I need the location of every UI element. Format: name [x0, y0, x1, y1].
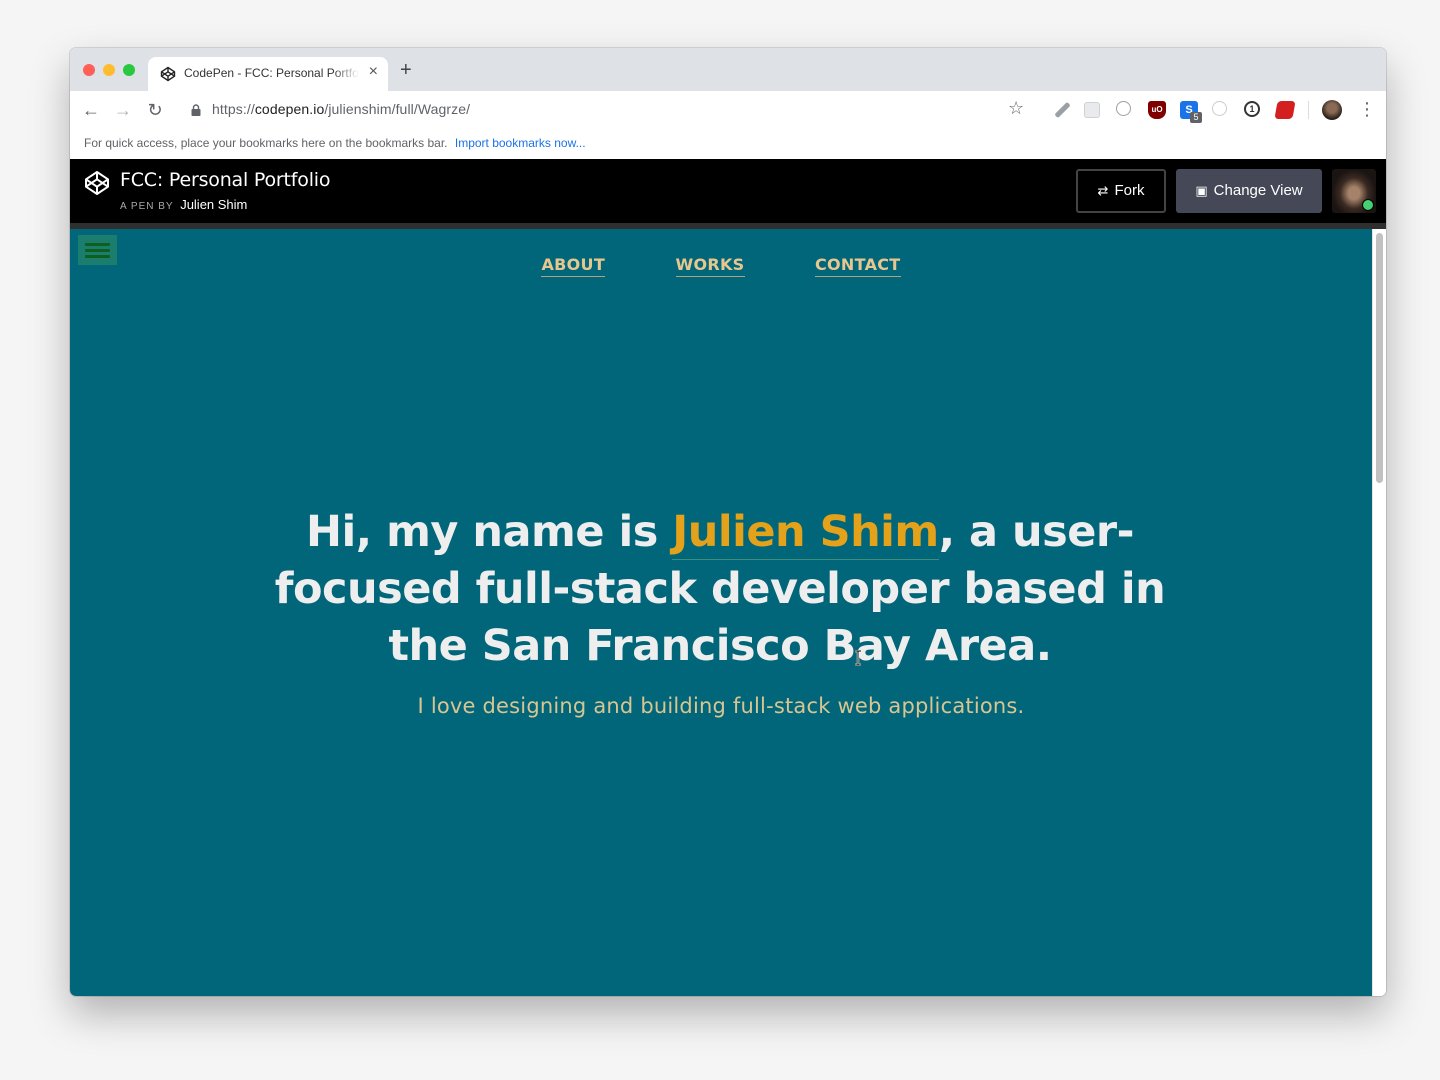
- new-tab-button[interactable]: +: [400, 60, 412, 80]
- browser-toolbar: ← → ↻ https://codepen.io/julienshim/full…: [70, 91, 1386, 129]
- page-scrollbar[interactable]: [1372, 229, 1386, 996]
- hero-intro: Hi, my name is: [306, 507, 673, 557]
- address-bar[interactable]: https://codepen.io/julienshim/full/Wagrz…: [212, 101, 470, 117]
- hero-name-link[interactable]: Julien Shim: [672, 507, 939, 560]
- import-bookmarks-link[interactable]: Import bookmarks now...: [455, 136, 586, 150]
- codepen-header: FCC: Personal Portfolio A PEN BY Julien …: [70, 159, 1386, 223]
- url-scheme: https://: [212, 101, 255, 117]
- pen-by-label: A PEN BY: [120, 201, 174, 212]
- tab-strip: CodePen - FCC: Personal Portfolio × +: [70, 48, 1386, 91]
- tab-title: CodePen - FCC: Personal Portfolio: [184, 66, 359, 80]
- nav-link-works[interactable]: WORKS: [675, 255, 745, 277]
- url-path: /julienshim/full/Wagrze/: [324, 101, 471, 117]
- hamburger-line-icon: [85, 249, 110, 252]
- user-avatar[interactable]: [1332, 169, 1376, 213]
- maximize-window-button[interactable]: [123, 64, 135, 76]
- hamburger-line-icon: [85, 243, 110, 246]
- fork-label: Fork: [1114, 182, 1145, 199]
- reload-icon[interactable]: ↻: [144, 99, 166, 121]
- profile-avatar[interactable]: [1322, 100, 1342, 120]
- hero-heading: Hi, my name is Julien Shim, a user-focus…: [250, 504, 1190, 675]
- red-extension-icon[interactable]: [1274, 101, 1296, 119]
- site-nav: ABOUT WORKS CONTACT: [70, 255, 1372, 277]
- online-status-dot: [1362, 199, 1374, 211]
- bookmarks-hint-text: For quick access, place your bookmarks h…: [84, 136, 448, 150]
- pen-author-link[interactable]: Julien Shim: [180, 197, 247, 212]
- eyedropper-extension-icon[interactable]: [1054, 101, 1071, 119]
- nav-link-about[interactable]: ABOUT: [541, 255, 606, 277]
- bookmarks-bar: For quick access, place your bookmarks h…: [70, 129, 1386, 160]
- toolbar-divider: [1308, 101, 1309, 119]
- nav-link-contact[interactable]: CONTACT: [814, 255, 901, 277]
- bookmarks-hint: For quick access, place your bookmarks h…: [84, 136, 586, 150]
- circle-extension-icon[interactable]: [1212, 101, 1227, 116]
- page-viewport: ABOUT WORKS CONTACT Hi, my name is Julie…: [70, 229, 1372, 996]
- close-window-button[interactable]: [83, 64, 95, 76]
- view-icon: ▣: [1195, 183, 1208, 198]
- password-manager-extension-icon[interactable]: 1: [1244, 101, 1260, 117]
- browser-window: CodePen - FCC: Personal Portfolio × + ← …: [70, 48, 1386, 996]
- extension-badge: 5: [1190, 112, 1202, 123]
- fork-button[interactable]: ⇄ Fork: [1076, 169, 1166, 213]
- change-view-button[interactable]: ▣ Change View: [1176, 169, 1322, 213]
- hero-subtitle: I love designing and building full-stack…: [417, 694, 1025, 718]
- lock-icon[interactable]: [190, 104, 202, 116]
- fork-icon: ⇄: [1097, 183, 1109, 198]
- back-arrow-icon[interactable]: ←: [80, 99, 102, 121]
- codepen-favicon-icon: [160, 66, 176, 82]
- bookmark-star-icon[interactable]: ☆: [1008, 98, 1024, 119]
- menu-kebab-icon[interactable]: ⋮: [1358, 99, 1376, 119]
- minimize-window-button[interactable]: [103, 64, 115, 76]
- codepen-logo-icon[interactable]: [84, 170, 110, 196]
- scrollbar-thumb[interactable]: [1376, 233, 1383, 483]
- ublock-extension-icon[interactable]: uO: [1148, 101, 1166, 119]
- forward-arrow-icon[interactable]: →: [112, 99, 134, 121]
- browser-tab[interactable]: CodePen - FCC: Personal Portfolio ×: [148, 57, 388, 91]
- grid-extension-icon[interactable]: [1084, 102, 1100, 118]
- pen-title: FCC: Personal Portfolio: [120, 169, 331, 191]
- pen-byline: A PEN BY Julien Shim: [120, 197, 247, 212]
- tab-close-icon[interactable]: ×: [369, 63, 378, 81]
- change-view-label: Change View: [1213, 182, 1303, 199]
- text-cursor-icon: [855, 650, 861, 666]
- url-host: codepen.io: [254, 101, 325, 117]
- code-extension-icon[interactable]: [1116, 101, 1131, 116]
